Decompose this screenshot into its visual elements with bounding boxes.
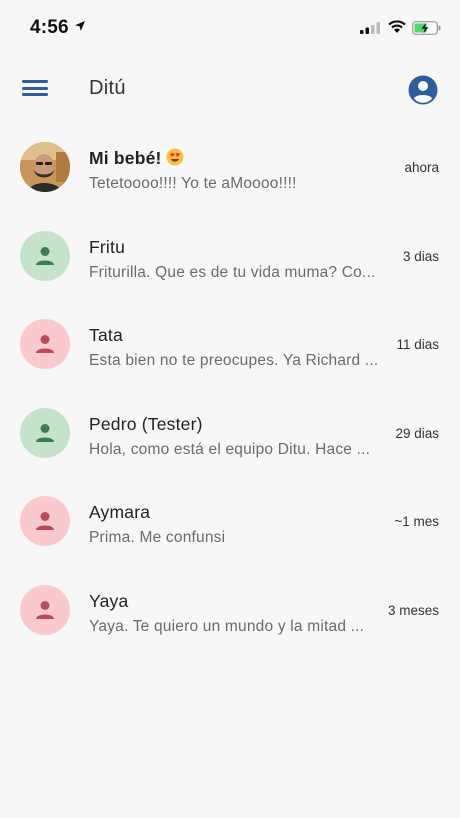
chat-message-preview: Hola, como está el equipo Ditu. Hace ... — [89, 440, 371, 458]
avatar-photo-image — [20, 142, 70, 192]
chat-name: Tata — [89, 325, 123, 345]
chat-item[interactable]: Mi bebé! Tetetoooo!!!! Yo te aMoooo!!!! … — [0, 122, 460, 211]
chat-time: 3 meses — [387, 602, 439, 618]
chat-name: Mi bebé! — [89, 148, 184, 169]
avatar — [20, 319, 70, 369]
chat-message-preview: Yaya. Te quiero un mundo y la mitad ... — [89, 617, 365, 635]
avatar — [20, 230, 70, 281]
person-icon — [36, 423, 54, 442]
person-icon — [36, 512, 54, 530]
chat-name: Fritu — [89, 236, 125, 257]
chat-time: 3 dias — [402, 248, 439, 264]
hamburger-menu-icon[interactable] — [22, 76, 48, 100]
avatar-photo — [20, 142, 70, 192]
chat-item[interactable]: Yaya Yaya. Te quiero un mundo y la mitad… — [0, 565, 460, 654]
chat-message-preview: Tetetoooo!!!! Yo te aMoooo!!!! — [89, 175, 297, 192]
heart-eyes-emoji-icon — [166, 148, 184, 166]
chat-name: Pedro (Tester) — [89, 413, 203, 434]
chat-time: ~1 mes — [394, 514, 439, 529]
person-icon — [36, 600, 54, 619]
chat-time: 11 dias — [396, 337, 439, 352]
chat-message-preview: Esta bien no te preocupes. Ya Richard ..… — [89, 352, 379, 369]
account-circle-icon[interactable] — [408, 75, 438, 105]
app-title: Ditú — [89, 77, 126, 99]
chat-time: ahora — [404, 160, 439, 175]
avatar — [20, 584, 70, 635]
location-arrow-icon — [75, 21, 85, 31]
wifi-icon — [388, 20, 406, 33]
avatar — [20, 496, 70, 546]
chat-time: 29 dias — [395, 425, 439, 441]
chat-item[interactable]: Aymara Prima. Me confunsi ~1 mes — [0, 476, 460, 565]
cellular-signal-icon — [360, 22, 380, 34]
chat-name: Yaya — [89, 590, 129, 611]
chat-name: Aymara — [89, 502, 151, 522]
status-bar: 4:56 — [0, 0, 460, 56]
chat-item[interactable]: Pedro (Tester) Hola, como está el equipo… — [0, 388, 460, 477]
app-bar: Ditú — [0, 56, 460, 122]
chat-message-preview: Friturilla. Que es de tu vida muma? Co..… — [89, 263, 376, 281]
status-time: 4:56 — [30, 17, 69, 38]
person-icon — [36, 335, 54, 353]
chat-item[interactable]: Fritu Friturilla. Que es de tu vida muma… — [0, 211, 460, 300]
battery-charging-icon — [412, 21, 441, 35]
chat-list: Mi bebé! Tetetoooo!!!! Yo te aMoooo!!!! … — [0, 122, 460, 653]
avatar — [20, 407, 70, 458]
person-icon — [36, 246, 54, 265]
chat-message-preview: Prima. Me confunsi — [89, 529, 226, 546]
chat-item[interactable]: Tata Esta bien no te preocupes. Ya Richa… — [0, 299, 460, 388]
